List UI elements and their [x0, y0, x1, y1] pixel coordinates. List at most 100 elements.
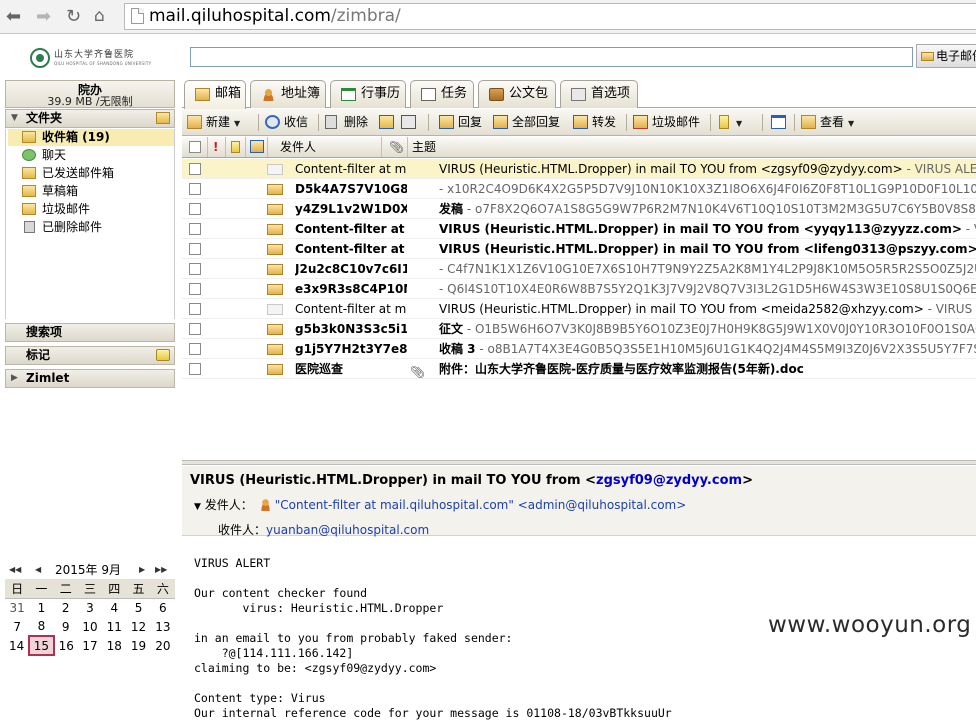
- view-button[interactable]: 查看 ▼: [800, 109, 854, 136]
- calendar-day[interactable]: 14: [5, 636, 29, 655]
- tag-button[interactable]: ▼: [716, 109, 742, 136]
- tab-mail[interactable]: 邮箱: [184, 80, 246, 109]
- message-row[interactable]: Content-filter at mail. VIRUS (Heuristic.…: [182, 299, 976, 319]
- message-row[interactable]: y4Z9L1v2W1D0X6 发稿 - o7F8X2Q6O7A1S8G5G9W7P…: [182, 199, 976, 219]
- message-row[interactable]: Content-filter at mail. VIRUS (Heuristic.…: [182, 159, 976, 179]
- folder-chat[interactable]: 聊天: [8, 147, 174, 164]
- calendar-day[interactable]: 20: [151, 636, 175, 655]
- next-year-icon[interactable]: ▶▶: [155, 561, 167, 579]
- move-button[interactable]: [378, 109, 394, 136]
- hospital-logo[interactable]: 山东大学齐鲁医院 QILU HOSPITAL OF SHANDONG UNIVE…: [30, 47, 151, 69]
- message-row[interactable]: g5b3k0N3S3c5i1o 征文 - O1B5W6H6O7V3K0J8B9B5…: [182, 319, 976, 339]
- forward-arrow-icon[interactable]: ➡: [36, 6, 51, 27]
- junk-button[interactable]: 垃圾邮件: [632, 109, 700, 136]
- calendar-day[interactable]: 4: [102, 598, 126, 617]
- new-tag-icon[interactable]: [156, 349, 170, 361]
- row-checkbox[interactable]: [189, 223, 201, 235]
- delete-button[interactable]: 删除: [324, 109, 368, 136]
- calendar-day[interactable]: 19: [126, 636, 150, 655]
- flag-column[interactable]: !: [208, 137, 226, 157]
- row-checkbox[interactable]: [189, 183, 201, 195]
- message-row[interactable]: e3x9R3s8C4P10M - Q6I4S10T10X4E0R6W8B7S5Y…: [182, 279, 976, 299]
- calendar-day[interactable]: 11: [102, 617, 126, 636]
- message-row[interactable]: g1j5Y7H2t3Y7e8I 收稿 3 - o8B1A7T4X3E4G0B5Q3…: [182, 339, 976, 359]
- expand-header-icon[interactable]: ▼: [194, 502, 201, 512]
- forward-button[interactable]: 转发: [572, 109, 616, 136]
- tags-header[interactable]: 标记: [5, 346, 175, 365]
- attachment-column[interactable]: 📎︎: [382, 137, 408, 157]
- search-input[interactable]: [190, 47, 913, 67]
- row-checkbox[interactable]: [189, 303, 201, 315]
- reply-button[interactable]: 回复: [438, 109, 482, 136]
- row-checkbox[interactable]: [189, 263, 201, 275]
- tab-preferences[interactable]: 首选项: [560, 80, 638, 108]
- tag-column[interactable]: [226, 137, 246, 157]
- calendar-day[interactable]: 17: [78, 636, 102, 655]
- saved-searches-header[interactable]: 搜索项: [5, 323, 175, 342]
- folder-inbox[interactable]: 收件箱 (19): [8, 129, 174, 146]
- select-all-column[interactable]: [182, 137, 208, 157]
- folder-trash[interactable]: 已删除邮件: [8, 219, 174, 236]
- message-row[interactable]: 医院巡查 📎︎ 附件：山东大学齐鲁医院-医疗质量与医疗效率监测报告(5年新).doc: [182, 359, 976, 379]
- reply-all-button[interactable]: 全部回复: [492, 109, 560, 136]
- sender-address[interactable]: <admin@qiluhospital.com>: [518, 498, 687, 512]
- new-folder-icon[interactable]: [156, 112, 170, 124]
- calendar-day[interactable]: 8: [29, 617, 53, 636]
- back-arrow-icon[interactable]: ⬅: [6, 6, 21, 27]
- message-row[interactable]: Content-filter at m VIRUS (Heuristic.HTML…: [182, 239, 976, 259]
- tab-tasks[interactable]: 任务: [410, 80, 474, 108]
- calendar-day[interactable]: 18: [102, 636, 126, 655]
- get-mail-button[interactable]: 收信: [264, 109, 308, 136]
- calendar-day[interactable]: 2: [54, 598, 78, 617]
- print-button[interactable]: [400, 109, 416, 136]
- folders-header[interactable]: ▼ 文件夹: [5, 109, 175, 128]
- collapse-triangle-icon[interactable]: ▼: [11, 110, 18, 127]
- calendar-title[interactable]: 2015年 9月: [55, 561, 135, 579]
- dropdown-arrow-icon[interactable]: ▼: [234, 119, 240, 128]
- new-window-button[interactable]: [770, 109, 786, 136]
- message-row[interactable]: Content-filter at m VIRUS (Heuristic.HTML…: [182, 219, 976, 239]
- row-checkbox[interactable]: [189, 283, 201, 295]
- calendar-day[interactable]: 10: [78, 617, 102, 636]
- tab-calendar[interactable]: 行事历: [330, 80, 406, 108]
- row-checkbox[interactable]: [189, 323, 201, 335]
- from-column[interactable]: 发件人: [268, 137, 382, 157]
- zimlet-header[interactable]: ▶ Zimlet: [5, 369, 175, 388]
- calendar-day[interactable]: 9: [54, 617, 78, 636]
- recipient-address[interactable]: yuanban@qiluhospital.com: [266, 523, 429, 537]
- calendar-day-today[interactable]: 15: [28, 635, 55, 656]
- prev-year-icon[interactable]: ◀◀: [9, 561, 21, 579]
- new-message-button[interactable]: 新建 ▼: [186, 109, 240, 136]
- message-row[interactable]: D5k4A7S7V10G8t - x10R2C4O9D6K4X2G5P5D7V9…: [182, 179, 976, 199]
- calendar-day[interactable]: 3: [78, 598, 102, 617]
- calendar-day[interactable]: 7: [5, 617, 29, 636]
- status-column[interactable]: [246, 137, 268, 157]
- row-checkbox[interactable]: [189, 163, 201, 175]
- row-checkbox[interactable]: [189, 203, 201, 215]
- folder-drafts[interactable]: 草稿箱: [8, 183, 174, 200]
- calendar-day[interactable]: 31: [5, 598, 29, 617]
- folder-junk[interactable]: 垃圾邮件: [8, 201, 174, 218]
- pane-splitter[interactable]: [182, 460, 976, 465]
- row-checkbox[interactable]: [189, 343, 201, 355]
- tab-briefcase[interactable]: 公文包: [478, 80, 556, 108]
- select-all-checkbox[interactable]: [189, 141, 201, 153]
- calendar-day[interactable]: 1: [29, 598, 53, 617]
- next-month-icon[interactable]: ▶: [139, 561, 145, 579]
- subject-column[interactable]: 主题: [408, 137, 976, 157]
- calendar-day[interactable]: 6: [151, 598, 175, 617]
- calendar-day[interactable]: 16: [54, 636, 78, 655]
- home-icon[interactable]: ⌂: [94, 6, 105, 26]
- calendar-day[interactable]: 5: [126, 598, 150, 617]
- address-bar[interactable]: mail.qiluhospital.com/zimbra/: [124, 3, 976, 30]
- sender-name[interactable]: "Content-filter at mail.qiluhospital.com…: [275, 498, 514, 512]
- calendar-day[interactable]: 12: [126, 617, 150, 636]
- dropdown-arrow-icon[interactable]: ▼: [736, 119, 742, 128]
- expand-triangle-icon[interactable]: ▶: [11, 370, 18, 387]
- calendar-day[interactable]: 13: [151, 617, 175, 636]
- folder-sent[interactable]: 已发送邮件箱: [8, 165, 174, 182]
- subject-sender-address[interactable]: zgsyf09@zydyy.com: [596, 473, 742, 488]
- row-checkbox[interactable]: [189, 363, 201, 375]
- prev-month-icon[interactable]: ◀: [35, 561, 41, 579]
- reload-icon[interactable]: ↻: [66, 6, 81, 27]
